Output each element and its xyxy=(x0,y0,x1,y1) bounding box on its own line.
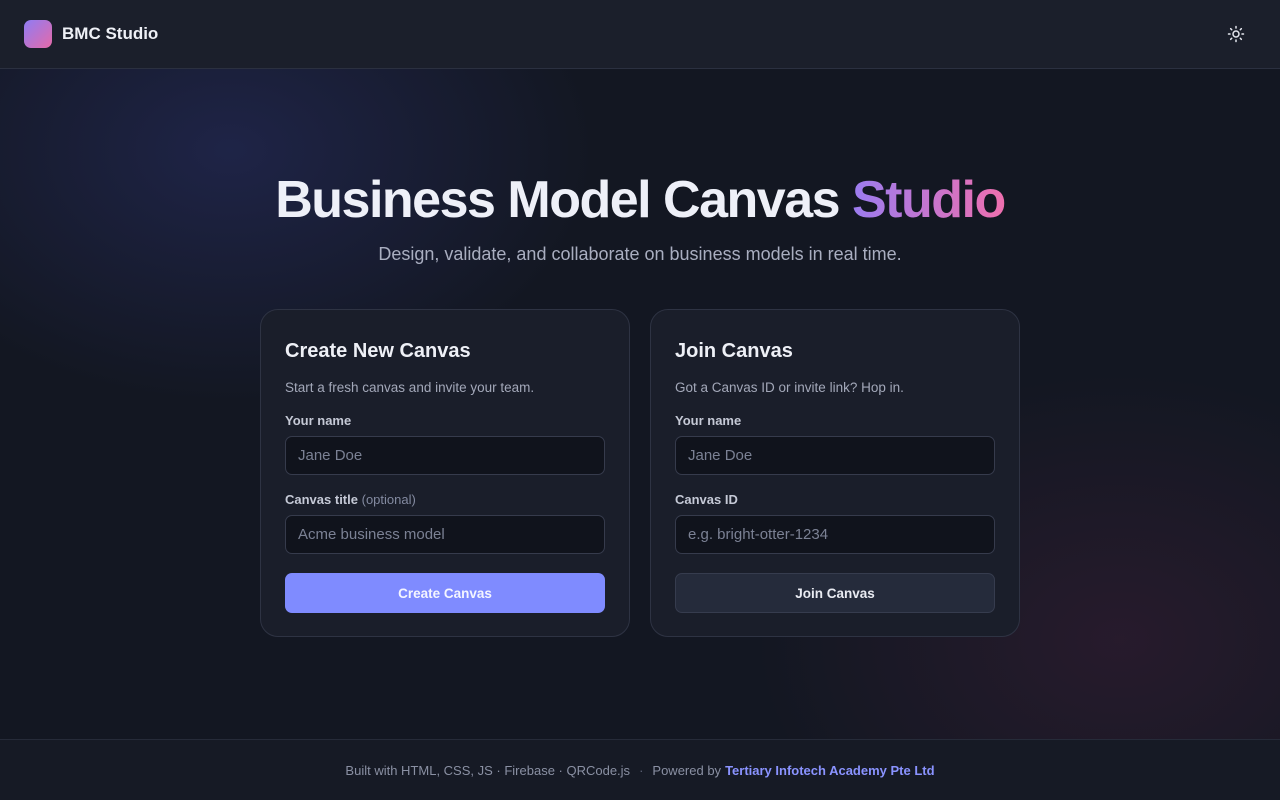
canvas-id-label: Canvas ID xyxy=(675,492,738,507)
join-canvas-button[interactable]: Join Canvas xyxy=(675,573,995,613)
canvas-title-label-text: Canvas title xyxy=(285,492,358,507)
join-card-description: Got a Canvas ID or invite link? Hop in. xyxy=(675,380,904,395)
hero-title-main: Business Model Canvas xyxy=(275,171,840,229)
create-name-label: Your name xyxy=(285,413,352,428)
hero-subtitle: Design, validate, and collaborate on bus… xyxy=(378,244,902,264)
footer-powered-by: Powered by xyxy=(652,762,722,778)
join-name-label: Your name xyxy=(675,413,742,428)
footer-built-with: Built with HTML, CSS, JS · Firebase · QR… xyxy=(345,762,631,778)
footer-separator: · xyxy=(639,762,644,778)
create-card-description: Start a fresh canvas and invite your tea… xyxy=(285,380,535,395)
theme-toggle-button[interactable] xyxy=(1222,20,1250,48)
company-link[interactable]: Tertiary Infotech Academy Pte Ltd xyxy=(725,763,935,778)
join-card-title: Join Canvas xyxy=(675,340,793,362)
footer: Built with HTML, CSS, JS · Firebase · QR… xyxy=(0,739,1280,800)
create-card-title: Create New Canvas xyxy=(285,340,471,362)
hero-title-accent: Studio xyxy=(852,171,1006,229)
create-name-input[interactable] xyxy=(285,436,605,475)
create-canvas-card: Create New Canvas Start a fresh canvas a… xyxy=(260,309,630,637)
canvas-id-input[interactable] xyxy=(675,515,995,554)
create-canvas-button[interactable]: Create Canvas xyxy=(285,573,605,613)
optional-hint: (optional) xyxy=(361,492,416,507)
hero-title: Business Model Canvas Studio xyxy=(0,170,1280,230)
join-canvas-card: Join Canvas Got a Canvas ID or invite li… xyxy=(650,309,1020,637)
canvas-title-input[interactable] xyxy=(285,515,605,554)
brand-name: BMC Studio xyxy=(62,24,159,43)
app-logo xyxy=(24,20,52,48)
canvas-title-label: Canvas title (optional) xyxy=(285,492,416,507)
join-name-input[interactable] xyxy=(675,436,995,475)
sun-icon xyxy=(1227,25,1245,43)
top-bar: BMC Studio xyxy=(0,0,1280,69)
